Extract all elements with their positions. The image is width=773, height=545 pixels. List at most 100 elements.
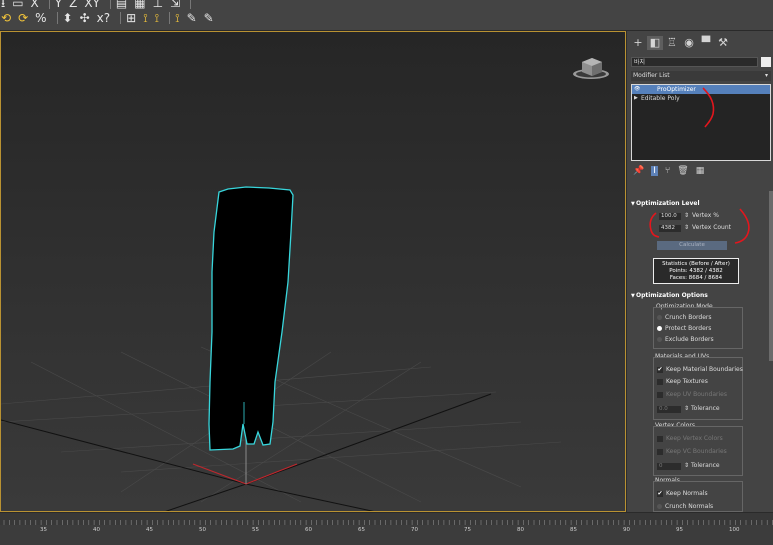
viewport-scene xyxy=(1,58,609,511)
toolbar-icon[interactable]: ⊞ xyxy=(125,11,137,25)
checkbox-icon xyxy=(657,448,663,455)
command-panel: + ◧ ♖ ◉ ▀ ⚒ 바지 Modifier List ▾ 👁 ProOpti… xyxy=(626,31,773,512)
crunch-normals-radio[interactable]: Crunch Normals xyxy=(657,503,713,511)
toolbar-icon[interactable]: x? xyxy=(96,11,111,25)
checkbox-label: Keep Vertex Colors xyxy=(666,435,723,442)
radio-icon xyxy=(657,315,662,320)
radio-label: Crunch Normals xyxy=(665,503,714,510)
grid-axis-line-right xyxy=(245,393,492,485)
timeline-tick-label: 50 xyxy=(199,527,206,533)
radio-crunch-borders[interactable]: Crunch Borders xyxy=(657,314,712,322)
chevron-down-icon: ▾ xyxy=(764,72,768,79)
toolbar-icon[interactable]: ⟟ xyxy=(142,11,148,25)
toolbar-icon[interactable]: ⟲ xyxy=(0,11,12,25)
checkbox-icon xyxy=(657,391,663,398)
timeline-tick-label: 40 xyxy=(93,527,100,533)
x-axis-line xyxy=(192,463,247,485)
toolbar-icon[interactable]: XY xyxy=(83,0,101,10)
keep-vc-boundaries-checkbox[interactable]: Keep VC Boundaries xyxy=(657,448,727,456)
toolbar-icon[interactable]: % xyxy=(34,11,47,25)
create-tab-icon[interactable]: + xyxy=(630,36,646,50)
keep-normals-checkbox[interactable]: ✔ Keep Normals xyxy=(657,490,708,498)
toolbar-icon[interactable]: ⟳ xyxy=(17,11,29,25)
vc-tolerance-spinner[interactable]: 0 xyxy=(657,463,681,470)
toolbar-divider xyxy=(56,12,58,24)
command-panel-scrollbar[interactable] xyxy=(769,191,773,361)
radio-exclude-borders[interactable]: Exclude Borders xyxy=(657,336,714,344)
checkbox-icon xyxy=(657,435,663,442)
stats-title: Statistics (Before / After) xyxy=(662,261,730,267)
remove-modifier-icon[interactable]: 🗑 xyxy=(677,166,688,176)
modifier-list-dropdown[interactable]: Modifier List ▾ xyxy=(631,71,771,81)
object-name-field[interactable]: 바지 xyxy=(631,57,758,67)
checkbox-label: Keep Textures xyxy=(666,378,708,385)
radio-label: Crunch Borders xyxy=(665,314,712,321)
make-unique-icon[interactable]: ⑂ xyxy=(665,166,670,176)
timeline-track-bar[interactable]: 35 40 45 50 55 60 65 70 75 80 85 90 95 100 xyxy=(0,512,773,545)
utilities-tab-icon[interactable]: ⚒ xyxy=(715,36,731,50)
toolbar-icon[interactable]: ▭ xyxy=(11,0,24,10)
timeline-tick-label: 75 xyxy=(464,527,471,533)
toolbar-icon[interactable]: ▦ xyxy=(133,0,146,10)
collapse-arrow-icon: ▼ xyxy=(631,293,635,299)
configure-sets-icon[interactable]: ▦ xyxy=(696,166,705,176)
modifier-stack: 👁 ProOptimizer ▶ Editable Poly xyxy=(631,84,771,161)
checkbox-label: Keep Material Boundaries xyxy=(666,366,743,373)
radio-label: Protect Borders xyxy=(665,325,712,332)
y-axis-line xyxy=(245,463,298,485)
pin-stack-icon[interactable]: 📌 xyxy=(633,166,644,176)
keep-material-boundaries-checkbox[interactable]: ✔ Keep Material Boundaries xyxy=(657,366,743,374)
toolbar-icon[interactable]: ⇲ xyxy=(169,0,181,10)
toolbar-icon[interactable]: ⬍ xyxy=(62,11,74,25)
radio-icon xyxy=(657,337,662,342)
toolbar-icon[interactable]: ✎ xyxy=(203,11,215,25)
optimization-options-rollout[interactable]: ▼ Optimization Options xyxy=(630,292,768,300)
toolbar-icon[interactable]: ⊥ xyxy=(152,0,164,10)
stack-tools: 📌 Ⅰ ⑂ 🗑 ▦ xyxy=(633,166,711,176)
viewcube-icon[interactable] xyxy=(573,58,609,79)
checkmark-icon: ✔ xyxy=(657,365,663,373)
timeline-tick-label: 45 xyxy=(146,527,153,533)
timeline-ruler xyxy=(0,513,773,525)
vc-tolerance-label: Tolerance xyxy=(691,462,720,469)
modify-tab-icon[interactable]: ◧ xyxy=(647,36,663,50)
stats-points: Points: 4382 / 4382 xyxy=(669,268,723,274)
spinner-arrows-icon[interactable]: ⇕ xyxy=(684,405,689,413)
toolbar-icon[interactable]: Z xyxy=(68,0,78,10)
toolbar-icon[interactable]: ▤ xyxy=(115,0,128,10)
uv-tolerance-spinner[interactable]: 0.0 xyxy=(657,406,681,413)
toolbar-icon[interactable]: ⭳ xyxy=(0,0,6,10)
perspective-viewport[interactable] xyxy=(0,31,626,512)
toolbar-icon[interactable]: Y xyxy=(54,0,63,10)
display-tab-icon[interactable]: ▀ xyxy=(698,36,714,50)
radio-protect-borders[interactable]: Protect Borders xyxy=(657,325,711,333)
toolbar-icon[interactable]: ✣ xyxy=(79,11,91,25)
toolbar-icon[interactable]: ✎ xyxy=(186,11,198,25)
grid-axis-line-front xyxy=(165,483,247,511)
keep-uv-boundaries-checkbox[interactable]: Keep UV Boundaries xyxy=(657,391,727,399)
toolbar-row-2: ⟲ ⟳% ⬍ ✣ x? ⊞ ⟟ ⟟ ⟟ ✎ ✎ xyxy=(0,11,220,25)
pants-mesh[interactable] xyxy=(208,186,294,451)
toolbar-row-1: ⭳ ▭ X Y Z XY ▤ ▦ ⊥ ⇲ xyxy=(0,0,195,10)
keep-textures-checkbox[interactable]: Keep Textures xyxy=(657,378,708,386)
stats-faces: Faces: 8684 / 8684 xyxy=(669,275,723,281)
show-end-result-icon[interactable]: Ⅰ xyxy=(651,166,658,176)
spinner-arrows-icon[interactable]: ⇕ xyxy=(684,462,689,470)
grid-axis-line-back xyxy=(245,483,375,511)
checkbox-label: Keep VC Boundaries xyxy=(666,448,727,455)
timeline-tick-label: 90 xyxy=(623,527,630,533)
calculate-button[interactable]: Calculate xyxy=(657,241,727,250)
object-color-swatch[interactable] xyxy=(761,57,771,67)
radio-icon xyxy=(657,326,662,331)
toolbar-icon[interactable]: X xyxy=(30,0,40,10)
checkbox-label: Keep Normals xyxy=(666,490,708,497)
hierarchy-tab-icon[interactable]: ♖ xyxy=(664,36,680,50)
toolbar-icon[interactable]: ⟟ xyxy=(174,11,180,25)
toolbar-icon[interactable]: ⟟ xyxy=(154,11,160,25)
timeline-tick-label: 100 xyxy=(729,527,740,533)
timeline-tick-label: 95 xyxy=(676,527,683,533)
toolbar-divider xyxy=(190,0,192,9)
keep-vertex-colors-checkbox[interactable]: Keep Vertex Colors xyxy=(657,435,723,443)
timeline-tick-label: 80 xyxy=(517,527,524,533)
motion-tab-icon[interactable]: ◉ xyxy=(681,36,697,50)
